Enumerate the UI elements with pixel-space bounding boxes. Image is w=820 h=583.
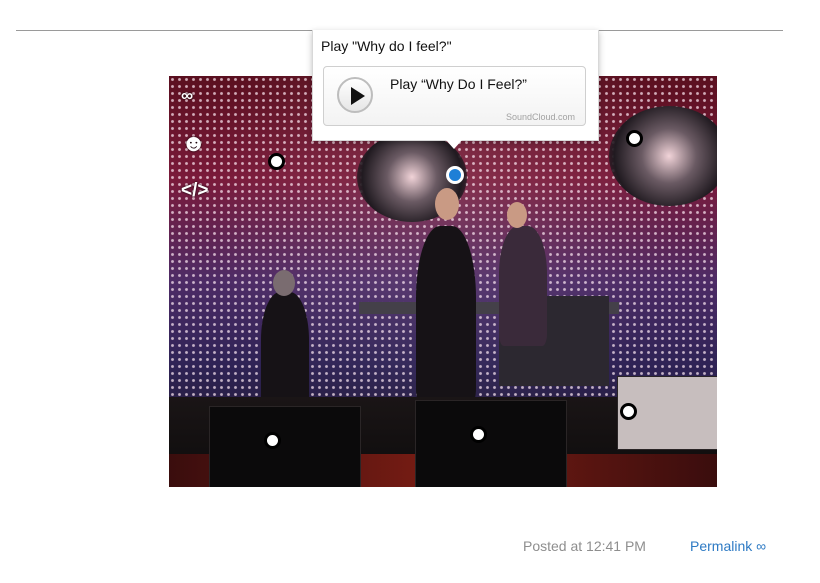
camera-operator (261, 292, 309, 412)
keyboardist (499, 226, 547, 346)
camera-head (273, 270, 295, 296)
tag-hotspot[interactable] (626, 130, 643, 147)
tag-hotspot[interactable] (268, 153, 285, 170)
tooltip-pointer (445, 139, 463, 149)
tag-hotspot[interactable] (264, 432, 281, 449)
permalink-link[interactable]: Permalink ∞ (690, 538, 766, 554)
monitor-speaker (415, 400, 567, 487)
stage-spotlight (609, 106, 717, 206)
tooltip-title: Play "Why do I feel?" (321, 38, 452, 54)
track-title[interactable]: Play “Why Do I Feel?” (390, 76, 527, 92)
soundcloud-player[interactable]: Play “Why Do I Feel?” SoundCloud.com (323, 66, 586, 126)
keyboardist-head (507, 202, 527, 228)
post-timestamp: Posted at 12:41 PM (523, 538, 646, 554)
soundcloud-brand[interactable]: SoundCloud.com (506, 112, 575, 122)
embed-code-icon[interactable]: </> (181, 180, 208, 202)
guitarist (416, 226, 476, 406)
monitor-speaker (209, 406, 361, 487)
people-icon[interactable]: ☻ (181, 130, 206, 158)
tag-hotspot-active[interactable] (446, 166, 464, 184)
soundcloud-tooltip: Play "Why do I feel?" Play “Why Do I Fee… (312, 30, 599, 141)
link-icon[interactable]: ∞ (181, 86, 193, 106)
play-button[interactable] (337, 77, 373, 113)
tag-hotspot[interactable] (470, 426, 487, 443)
tag-hotspot[interactable] (620, 403, 637, 420)
play-icon (351, 87, 365, 105)
guitarist-head (435, 188, 459, 220)
